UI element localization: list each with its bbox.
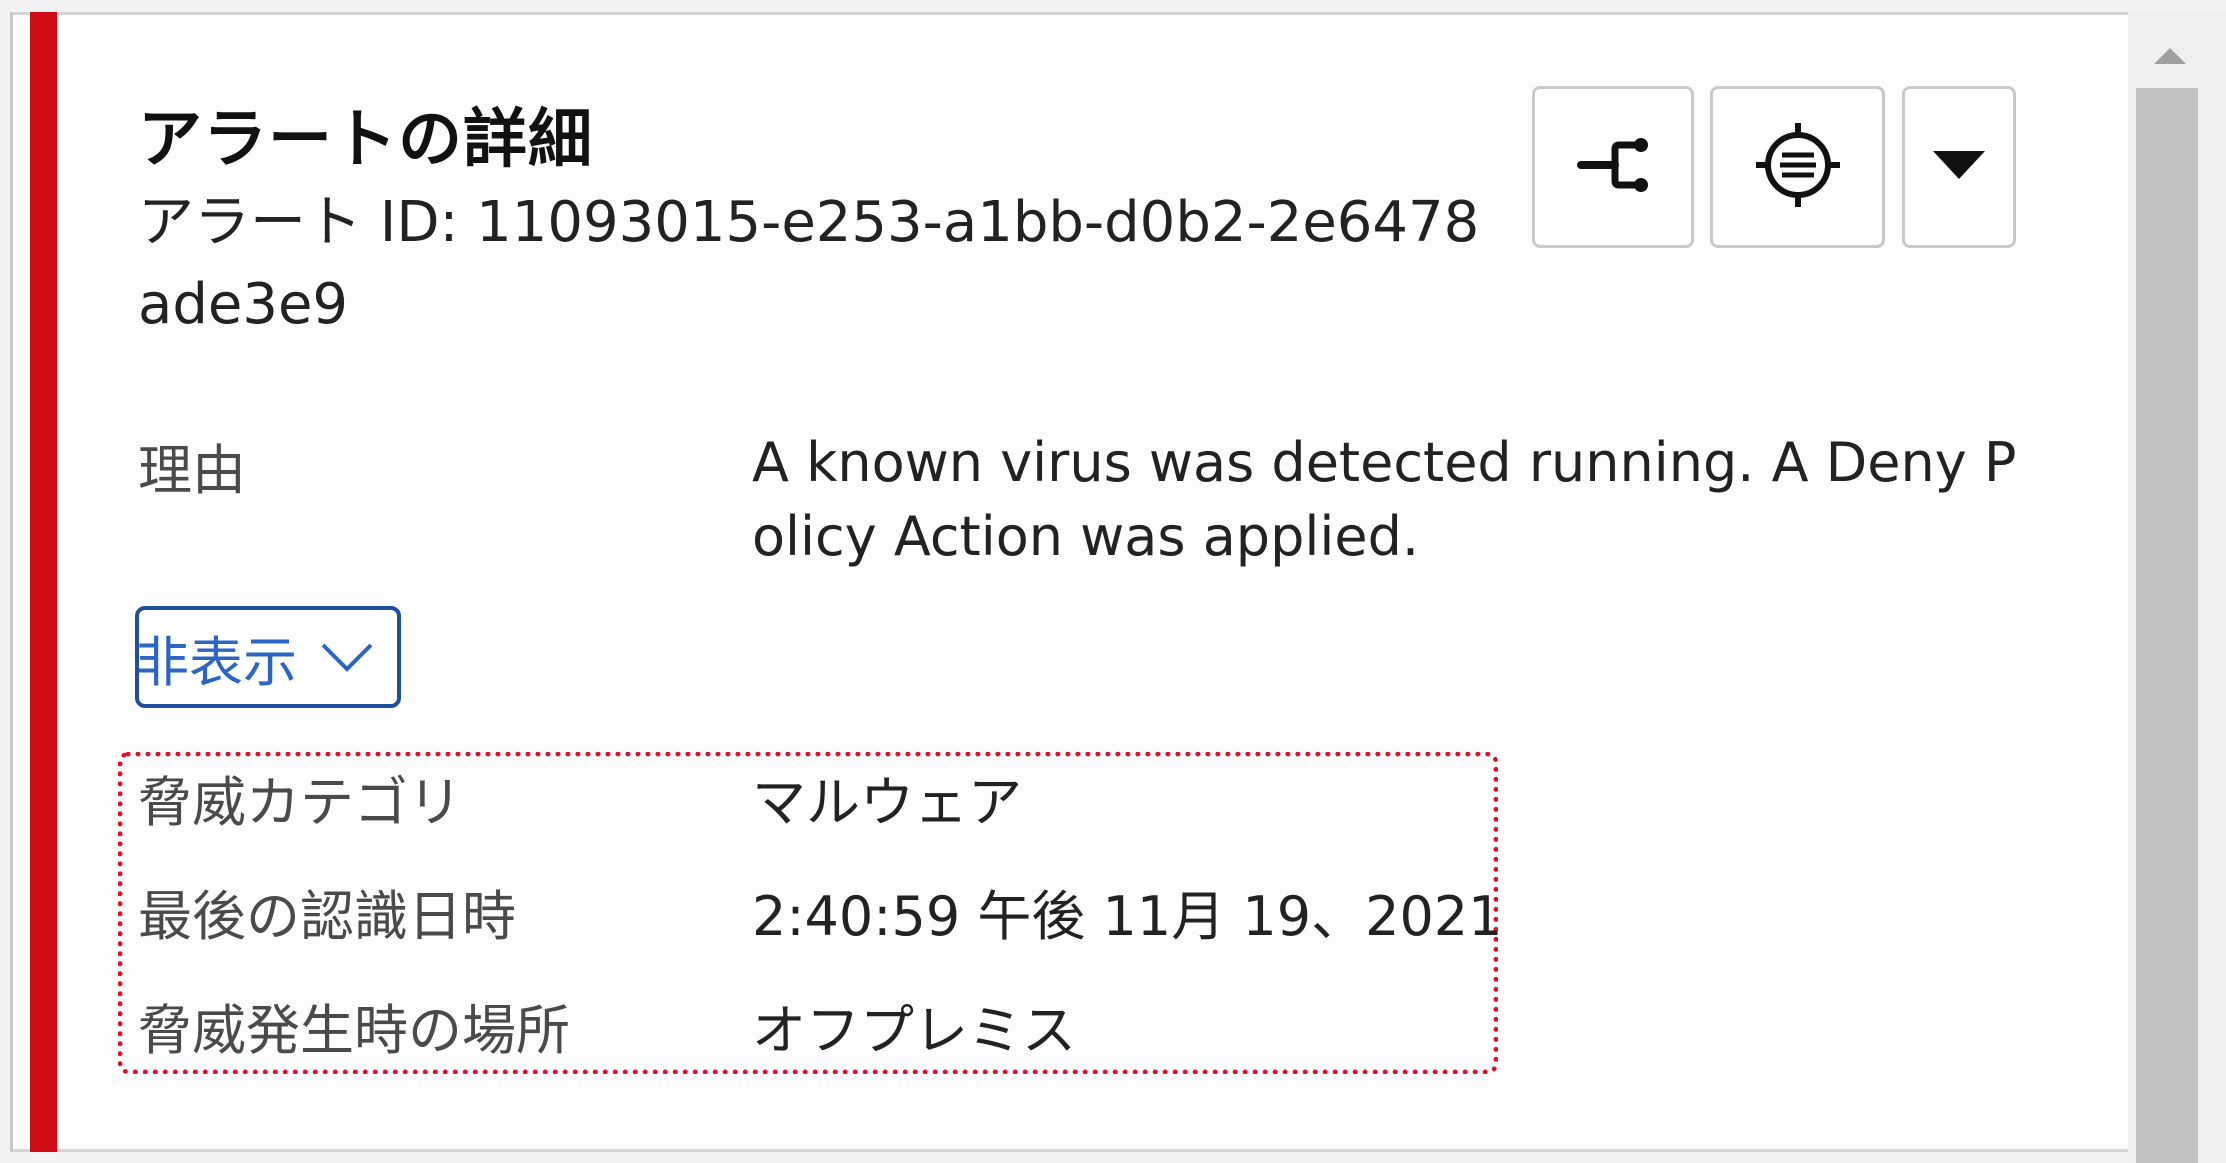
threat-category-label: 脅威カテゴリ (138, 771, 462, 834)
last-seen-value: 2:40:59 午後 11月 19、2021 (752, 885, 1503, 948)
target-list-icon (1750, 117, 1846, 217)
alert-id-text: アラート ID: 11093015-e253-a1bb-d0b2-2e6478a… (138, 190, 1480, 337)
last-seen-label: 最後の認識日時 (138, 885, 516, 948)
page-title: アラートの詳細 (138, 103, 593, 177)
share-graph-icon (1575, 137, 1651, 197)
more-options-dropdown-button[interactable] (1902, 86, 2016, 248)
reason-value: A known virus was detected running. A De… (752, 431, 2017, 568)
caret-down-icon (1931, 149, 1987, 185)
threat-location-label: 脅威発生時の場所 (138, 999, 570, 1062)
target-button[interactable] (1710, 86, 1885, 248)
chevron-down-icon (319, 639, 375, 675)
severity-indicator-bar (30, 12, 57, 1152)
scrollbar-thumb[interactable] (2136, 88, 2198, 1163)
scroll-up-arrow-icon[interactable] (2140, 26, 2200, 86)
hide-details-toggle[interactable]: 非表示 (135, 606, 401, 708)
share-button[interactable] (1532, 86, 1694, 248)
reason-label: 理由 (138, 439, 246, 502)
threat-location-value: オフプレミス (752, 999, 1076, 1062)
toggle-label: 非表示 (135, 630, 297, 694)
threat-category-value: マルウェア (752, 771, 1022, 834)
panel-left-border (10, 12, 13, 1152)
